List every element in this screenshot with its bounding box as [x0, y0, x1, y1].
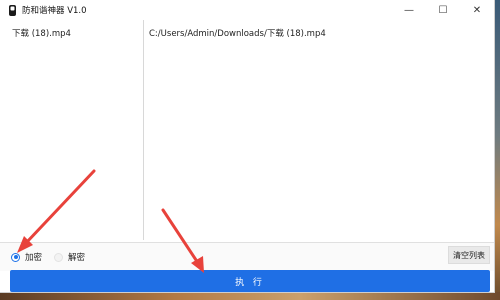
- close-icon: ✕: [472, 4, 482, 16]
- maximize-icon: ☐: [438, 4, 448, 16]
- minimize-button[interactable]: —: [392, 0, 426, 20]
- file-list-item[interactable]: 下载 (18).mp4: [12, 27, 71, 39]
- encrypt-radio[interactable]: 加密: [11, 251, 42, 263]
- clear-list-button[interactable]: 清空列表: [448, 246, 490, 264]
- options-bar: 加密 解密 清空列表: [0, 242, 494, 271]
- decrypt-radio[interactable]: 解密: [54, 251, 85, 263]
- maximize-button[interactable]: ☐: [426, 0, 460, 20]
- encrypt-radio-circle[interactable]: [11, 252, 20, 262]
- title-bar[interactable]: 防和谐神器 V1.0 — ☐ ✕: [0, 0, 494, 20]
- execute-button[interactable]: 执 行: [10, 270, 490, 292]
- decrypt-radio-circle[interactable]: [54, 252, 63, 262]
- decrypt-label: 解密: [68, 253, 86, 263]
- desktop-wallpaper-bottom: [0, 292, 500, 300]
- file-list-pane[interactable]: 下载 (18).mp4: [0, 20, 144, 240]
- window-title: 防和谐神器 V1.0: [22, 6, 87, 16]
- app-window: 防和谐神器 V1.0 — ☐ ✕ 下载 (18).mp4 C:/Users/Ad…: [0, 0, 495, 293]
- close-button[interactable]: ✕: [460, 0, 494, 20]
- file-path-item[interactable]: C:/Users/Admin/Downloads/下载 (18).mp4: [149, 27, 326, 39]
- file-path-pane[interactable]: C:/Users/Admin/Downloads/下载 (18).mp4: [144, 20, 494, 240]
- encrypt-label: 加密: [25, 253, 43, 263]
- minimize-icon: —: [404, 4, 414, 16]
- app-icon: [6, 4, 18, 16]
- main-content: 下载 (18).mp4 C:/Users/Admin/Downloads/下载 …: [0, 20, 494, 242]
